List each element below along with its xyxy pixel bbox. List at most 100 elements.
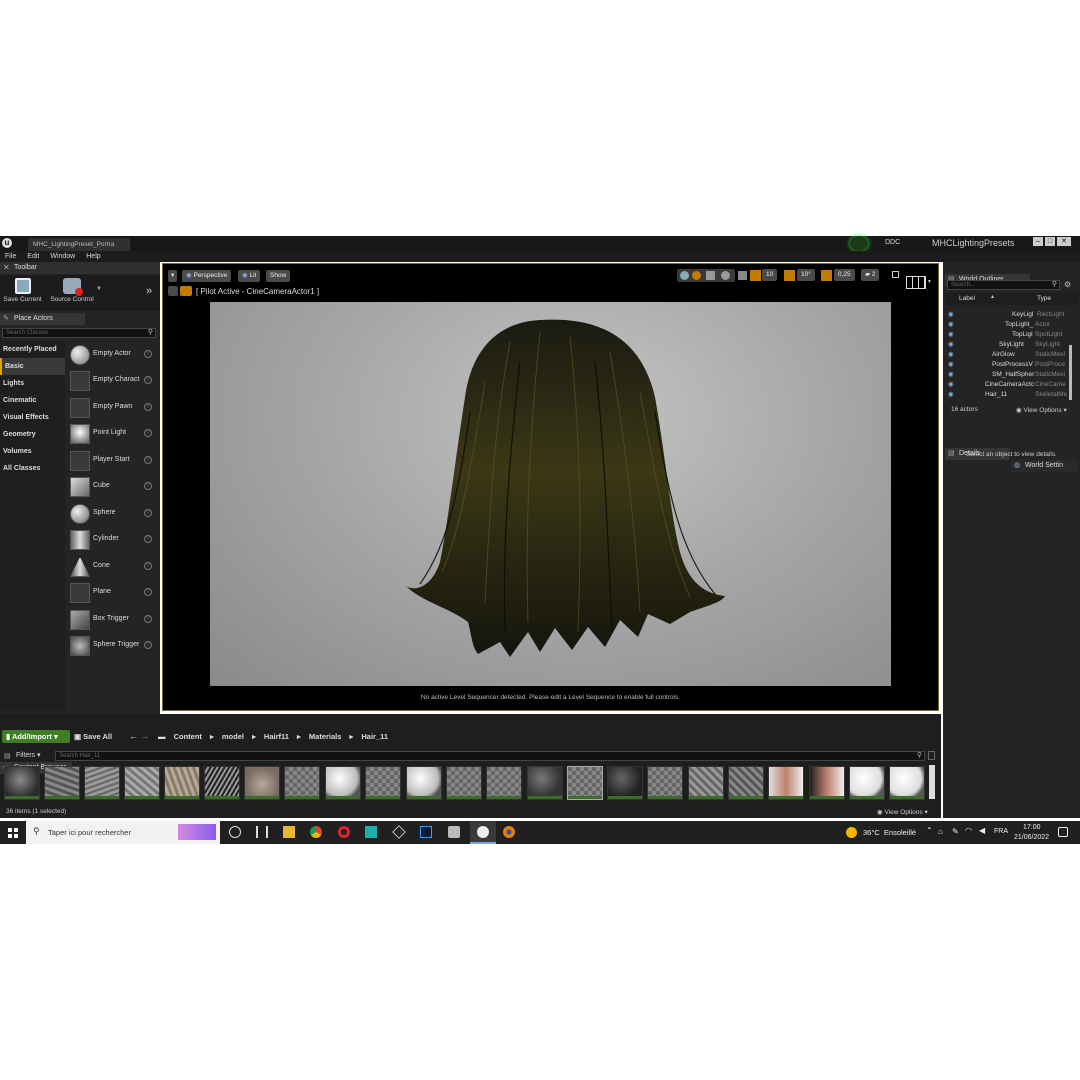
perspective-button[interactable]: ◉ Perspective: [182, 270, 232, 282]
close-button[interactable]: ✕: [1057, 237, 1071, 246]
category-visual-effects[interactable]: Visual Effects: [0, 409, 65, 426]
outliner-row[interactable]: ◉ SkyLight SkyLight: [947, 340, 1075, 350]
asset-thumbnail-selected[interactable]: [567, 766, 603, 800]
visibility-icon[interactable]: ◉: [948, 360, 954, 370]
asset-thumbnail[interactable]: [647, 766, 683, 800]
asset-thumbnail[interactable]: [244, 766, 280, 800]
actor-item-cylinder[interactable]: Cylinder?: [68, 528, 156, 554]
asset-thumbnail[interactable]: [728, 766, 764, 800]
layout-dropdown-icon[interactable]: ▼: [927, 279, 932, 285]
breadcrumb-model[interactable]: model: [222, 732, 244, 741]
source-control-status-icon[interactable]: [850, 236, 868, 251]
asset-thumbnail[interactable]: [4, 766, 40, 800]
actor-item-cone[interactable]: Cone?: [68, 555, 156, 581]
category-geometry[interactable]: Geometry: [0, 426, 65, 443]
outliner-search-input[interactable]: Search... ⚲: [947, 280, 1060, 290]
asset-thumbnail[interactable]: [164, 766, 200, 800]
asset-thumbnail[interactable]: [607, 766, 643, 800]
scale-icon[interactable]: [706, 271, 715, 280]
translate-icon[interactable]: [680, 271, 689, 280]
actor-item-box-trigger[interactable]: Box Trigger?: [68, 608, 156, 634]
actor-item-plane[interactable]: Plane?: [68, 581, 156, 607]
actor-item-sphere[interactable]: Sphere?: [68, 502, 156, 528]
minimize-button[interactable]: –: [1033, 237, 1043, 246]
blender-icon[interactable]: [503, 826, 515, 838]
visibility-icon[interactable]: ◉: [948, 370, 954, 380]
scale-snap-icon[interactable]: [821, 270, 832, 281]
asset-thumbnail[interactable]: [849, 766, 885, 800]
outliner-row[interactable]: ◉ PostProcessV PostProce: [947, 360, 1075, 370]
actor-item-sphere-trigger[interactable]: Sphere Trigger?: [68, 634, 156, 660]
asset-thumbnail[interactable]: [889, 766, 925, 800]
asset-thumbnail[interactable]: [809, 766, 845, 800]
help-icon[interactable]: ?: [144, 403, 152, 411]
asset-thumbnail[interactable]: [284, 766, 320, 800]
language-indicator[interactable]: FRA: [994, 828, 1008, 835]
visibility-icon[interactable]: ◉: [948, 340, 954, 350]
unreal-engine-icon[interactable]: [477, 826, 489, 838]
menu-help[interactable]: Help: [86, 251, 100, 262]
asset-thumbnail[interactable]: [486, 766, 522, 800]
outliner-scrollbar[interactable]: [1069, 345, 1072, 400]
outliner-row[interactable]: ◉ AirGlow StaticMesl: [947, 350, 1075, 360]
menu-file[interactable]: File: [5, 251, 16, 262]
save-current-button[interactable]: Save Current: [0, 278, 45, 303]
scale-snap-value[interactable]: 0,25: [834, 269, 855, 281]
volume-icon[interactable]: ◀: [979, 826, 985, 835]
label-column-header[interactable]: Label: [959, 295, 975, 302]
notification-icon[interactable]: [1058, 827, 1068, 837]
viewport-options-button[interactable]: ▾: [168, 270, 178, 282]
file-explorer-icon[interactable]: [283, 826, 295, 838]
save-all-button[interactable]: ▣ Save All: [74, 730, 112, 743]
source-control-button[interactable]: Source Control: [48, 278, 96, 303]
content-search-input[interactable]: Search Hair_11 ⚲: [55, 751, 925, 761]
rotation-snap-icon[interactable]: [784, 270, 795, 281]
clock-time[interactable]: 17:00: [1023, 824, 1041, 831]
expand-toolbar-icon[interactable]: »: [146, 285, 152, 297]
network-icon[interactable]: ⌂: [938, 827, 943, 836]
help-icon[interactable]: ?: [144, 509, 152, 517]
camera-speed-button[interactable]: ▰ 2: [861, 269, 880, 281]
outliner-settings-icon[interactable]: ⚙: [1064, 280, 1071, 289]
ddc-label[interactable]: DDC: [885, 239, 900, 246]
content-view-options-button[interactable]: ◉ View Options ▾: [877, 808, 928, 816]
layout-grid-icon[interactable]: [906, 276, 926, 289]
pilot-eject-icon[interactable]: [168, 286, 178, 296]
help-icon[interactable]: ?: [144, 641, 152, 649]
help-icon[interactable]: ?: [144, 350, 152, 358]
asset-thumbnail[interactable]: [365, 766, 401, 800]
breadcrumb-hair-11[interactable]: Hair_11: [361, 732, 388, 741]
multitask-icon[interactable]: [256, 826, 268, 838]
search-classes-input[interactable]: Search Classes ⚲: [2, 328, 156, 338]
weather-text[interactable]: 36°C Ensoleillé: [863, 828, 916, 837]
chrome-icon[interactable]: [310, 826, 322, 838]
category-all-classes[interactable]: All Classes: [0, 460, 65, 477]
help-icon[interactable]: ?: [144, 376, 152, 384]
toolbar-tab[interactable]: ✕ Toolbar: [0, 262, 160, 274]
help-icon[interactable]: ?: [144, 615, 152, 623]
filters-button[interactable]: Filters ▾: [16, 751, 41, 759]
help-icon[interactable]: ?: [144, 588, 152, 596]
outliner-row[interactable]: ◉ KeyLigl RectLight: [947, 310, 1075, 320]
actor-item-empty-character[interactable]: Empty Charact?: [68, 369, 156, 395]
breadcrumb-hairf11[interactable]: Hairf11: [264, 732, 289, 741]
outliner-row[interactable]: ◉ TopLigl SpotLight: [947, 330, 1075, 340]
show-button[interactable]: Show: [266, 270, 291, 282]
source-control-dropdown-icon[interactable]: ▼: [96, 286, 102, 292]
forward-arrow-icon[interactable]: →: [140, 731, 149, 741]
visibility-icon[interactable]: ◉: [948, 330, 954, 340]
app-icon[interactable]: [448, 826, 460, 838]
category-cinematic[interactable]: Cinematic: [0, 392, 65, 409]
outliner-row[interactable]: ◉ TopLight_ Actor: [947, 320, 1075, 330]
help-icon[interactable]: ?: [144, 456, 152, 464]
add-import-button[interactable]: ▮ Add/Import ▾: [2, 730, 70, 743]
type-column-header[interactable]: Type: [1037, 295, 1051, 302]
maximize-viewport-icon[interactable]: [892, 271, 899, 278]
clock-date[interactable]: 21/06/2022: [1014, 834, 1049, 841]
pilot-camera-icon[interactable]: [180, 286, 192, 296]
sources-toggle-icon[interactable]: ▤: [4, 752, 11, 760]
chevron-right-icon[interactable]: ▸: [297, 732, 301, 741]
asset-thumbnail[interactable]: [527, 766, 563, 800]
asset-thumbnail[interactable]: [688, 766, 724, 800]
chevron-right-icon[interactable]: ▸: [350, 732, 354, 741]
